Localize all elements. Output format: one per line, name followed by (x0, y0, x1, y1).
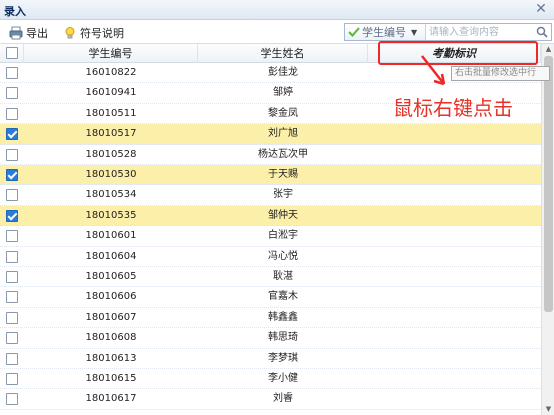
row-checkbox[interactable] (6, 230, 18, 243)
search-field-label: 学生编号 (362, 26, 406, 39)
row-checkbox[interactable] (6, 250, 18, 263)
student-id-cell: 18010601 (85, 230, 137, 242)
student-name-cell: 彭佳龙 (268, 67, 298, 78)
student-id-cell: 18010528 (85, 148, 137, 160)
table-row[interactable]: 18010601 白淞宇 (0, 226, 541, 247)
student-id-cell: 18010606 (85, 291, 137, 303)
student-name-cell: 黎金凤 (268, 107, 298, 119)
student-id-cell: 18010615 (85, 373, 137, 384)
select-all-checkbox[interactable] (6, 47, 18, 59)
export-button[interactable]: 导出 (9, 24, 48, 41)
row-checkbox[interactable] (6, 373, 18, 385)
table-row[interactable]: 18010608 韩思琦 (0, 328, 541, 349)
vertical-scrollbar[interactable]: ▲ ▼ (541, 44, 554, 415)
close-icon[interactable]: ✕ (533, 1, 549, 17)
table-row[interactable]: 18010535 邹仲天 (0, 205, 541, 227)
table-row[interactable]: 18010615 李小健 (0, 369, 541, 390)
scroll-up-icon[interactable]: ▲ (544, 45, 553, 54)
annotation-text: 鼠标右键点击 (393, 96, 513, 120)
row-checkbox[interactable] (6, 148, 18, 161)
student-name-cell: 韩鑫鑫 (268, 311, 298, 323)
scroll-thumb[interactable] (544, 56, 553, 312)
magnifier-icon[interactable] (535, 25, 549, 39)
table-row[interactable]: 18010534 张宇 (0, 185, 541, 206)
student-name-cell: 耿湛 (273, 271, 293, 282)
export-label: 导出 (26, 26, 48, 40)
row-checkbox[interactable] (6, 311, 18, 324)
header-student-id[interactable]: 学生编号 (24, 44, 198, 63)
select-all-cell (0, 44, 24, 63)
window-titlebar: 录入 ✕ (0, 0, 554, 20)
table-row[interactable]: 18010517 刘广旭 (0, 124, 541, 145)
student-id-cell: 18010535 (85, 209, 137, 221)
student-id-cell: 18010511 (85, 107, 137, 119)
student-name-cell: 白淞宇 (268, 230, 298, 242)
row-checkbox[interactable] (6, 209, 18, 222)
row-checkbox[interactable] (6, 67, 18, 79)
student-id-cell: 16010941 (85, 87, 137, 99)
search-box: 学生编号 ▼ (344, 23, 552, 41)
window-title: 录入 (4, 5, 26, 18)
student-id-cell: 18010530 (85, 169, 137, 180)
student-name-cell: 邹婷 (273, 87, 293, 99)
row-checkbox[interactable] (6, 107, 18, 120)
student-id-cell: 18010617 (85, 393, 137, 405)
row-checkbox[interactable] (6, 332, 18, 345)
student-id-cell: 18010604 (85, 250, 137, 262)
student-id-cell: 18010613 (85, 352, 137, 364)
context-tooltip: 右击批量修改选中行 (451, 66, 550, 81)
row-checkbox[interactable] (6, 87, 18, 100)
chevron-down-icon: ▼ (411, 27, 418, 37)
table-row[interactable]: 18010607 韩鑫鑫 (0, 308, 541, 329)
checkmark-icon (348, 27, 360, 37)
legend-button[interactable]: 符号说明 (63, 24, 124, 41)
row-checkbox[interactable] (6, 189, 18, 202)
table-row[interactable]: 18010528 杨达瓦次甲 (0, 145, 541, 165)
student-name-cell: 官嘉木 (268, 291, 298, 303)
legend-label: 符号说明 (80, 26, 124, 40)
table-row[interactable]: 18010530 于天赐 (0, 165, 541, 186)
student-id-cell: 18010517 (85, 128, 137, 140)
student-id-cell: 18010605 (85, 271, 137, 282)
student-id-cell: 18010607 (85, 311, 137, 323)
student-name-cell: 刘睿 (273, 393, 293, 405)
student-name-cell: 邹仲天 (268, 209, 298, 221)
search-input[interactable] (429, 25, 533, 39)
printer-export-icon (9, 26, 23, 39)
table-row[interactable]: 18010605 耿湛 (0, 267, 541, 288)
student-name-cell: 刘广旭 (268, 128, 298, 140)
student-name-cell: 于天赐 (268, 169, 298, 180)
row-checkbox[interactable] (6, 271, 18, 283)
row-checkbox[interactable] (6, 393, 18, 406)
row-checkbox[interactable] (6, 128, 18, 141)
student-name-cell: 李小健 (268, 373, 298, 384)
student-id-cell: 18010608 (85, 332, 137, 344)
student-id-cell: 16010822 (85, 67, 137, 78)
header-student-name[interactable]: 学生姓名 (198, 44, 368, 63)
table-row[interactable]: 18010617 刘睿 (0, 389, 541, 410)
row-checkbox[interactable] (6, 352, 18, 365)
scroll-down-icon[interactable]: ▼ (544, 405, 553, 414)
lightbulb-icon (65, 26, 75, 38)
table-row[interactable]: 18010613 李梦琪 (0, 349, 541, 369)
table-row[interactable]: 18010606 官嘉木 (0, 287, 541, 308)
student-name-cell: 杨达瓦次甲 (258, 148, 308, 160)
row-checkbox[interactable] (6, 169, 18, 181)
student-name-cell: 李梦琪 (268, 352, 298, 364)
table-row[interactable]: 18010604 冯心悦 (0, 247, 541, 267)
student-name-cell: 张宇 (273, 189, 293, 201)
student-id-cell: 18010534 (85, 189, 137, 201)
student-name-cell: 韩思琦 (268, 332, 298, 344)
student-name-cell: 冯心悦 (268, 250, 298, 262)
row-checkbox[interactable] (6, 291, 18, 304)
search-field-select[interactable]: 学生编号 ▼ (345, 24, 426, 40)
